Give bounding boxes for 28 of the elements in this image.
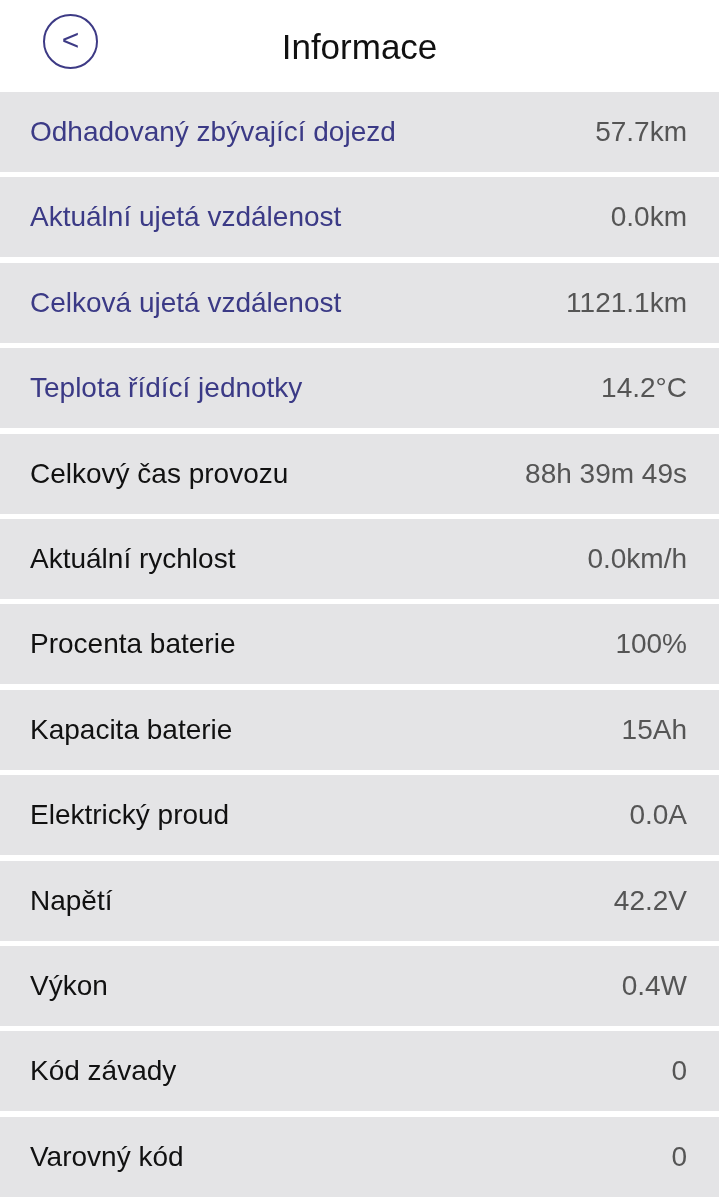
row-label: Procenta baterie bbox=[30, 627, 236, 662]
page-title: Informace bbox=[281, 28, 438, 64]
row-value: 0 bbox=[671, 1139, 687, 1174]
row-label: Kód závady bbox=[30, 1054, 177, 1089]
row-label: Celkový čas provozu bbox=[30, 456, 289, 491]
row-value: 15Ah bbox=[621, 712, 687, 747]
row-label: Elektrický proud bbox=[30, 798, 230, 833]
row-label: Odhadovaný zbývající dojezd bbox=[30, 115, 396, 149]
row-value: 0.0km/h bbox=[587, 541, 687, 576]
row-label: Teplota řídící jednotky bbox=[30, 371, 303, 406]
row-value: 14.2°C bbox=[601, 371, 687, 406]
row-value: 57.7km bbox=[595, 115, 687, 149]
row-label: Aktuální rychlost bbox=[30, 541, 236, 576]
row-label: Napětí bbox=[30, 883, 113, 918]
back-button[interactable]: < bbox=[43, 14, 98, 69]
row-value: 88h 39m 49s bbox=[525, 456, 687, 491]
row-value: 42.2V bbox=[613, 883, 687, 918]
row-value: 0.0km bbox=[610, 200, 687, 235]
row-value: 0 bbox=[671, 1054, 687, 1089]
row-label: Celková ujetá vzdálenost bbox=[30, 285, 342, 320]
row-label: Výkon bbox=[30, 968, 108, 1003]
row-value: 100% bbox=[615, 627, 687, 662]
row-label: Kapacita baterie bbox=[30, 712, 233, 747]
row-value: 1121.1km bbox=[566, 285, 687, 320]
row-label: Varovný kód bbox=[30, 1139, 184, 1174]
row-value: 0.0A bbox=[629, 798, 687, 833]
row-value: 0.4W bbox=[621, 968, 687, 1003]
row-label: Aktuální ujetá vzdálenost bbox=[30, 200, 342, 235]
